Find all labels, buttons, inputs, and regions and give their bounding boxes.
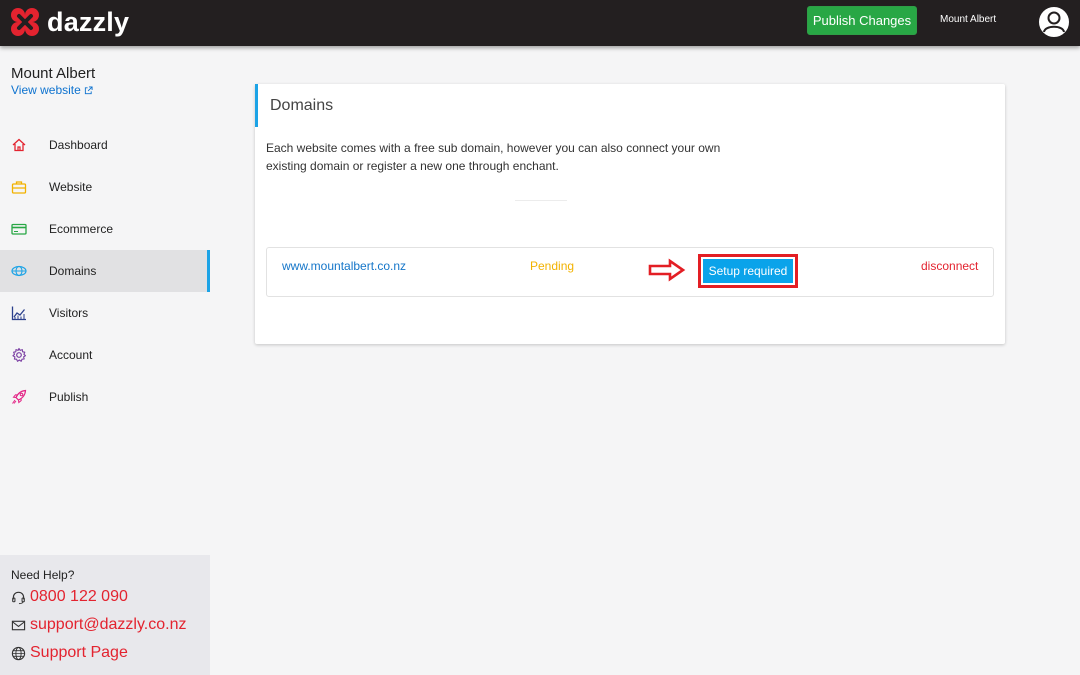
chart-icon <box>11 305 27 321</box>
sidebar-item-label: Domains <box>49 264 97 278</box>
divider <box>515 200 567 201</box>
page-title: Domains <box>270 97 334 114</box>
brand-name: dazzly <box>47 7 130 37</box>
sidebar-item-visitors[interactable]: Visitors <box>0 292 210 334</box>
user-avatar-icon[interactable] <box>1037 5 1071 39</box>
help-title: Need Help? <box>11 568 75 582</box>
disconnect-link[interactable]: disconnect <box>921 259 978 273</box>
site-name: Mount Albert <box>11 65 96 82</box>
gear-icon <box>11 347 27 363</box>
help-phone-number: 0800 122 090 <box>30 588 128 605</box>
help-phone[interactable]: 0800 122 090 <box>11 588 128 606</box>
sidebar-nav: Dashboard Website Ecommerce Domains Visi… <box>0 124 210 418</box>
sidebar: Mount Albert View website Dashboard Webs… <box>0 46 210 675</box>
sidebar-item-ecommerce[interactable]: Ecommerce <box>0 208 210 250</box>
sidebar-item-account[interactable]: Account <box>0 334 210 376</box>
dazzly-logo-icon <box>11 8 39 36</box>
sidebar-item-label: Website <box>49 180 93 194</box>
globe-icon <box>11 646 26 660</box>
help-support-page-label: Support Page <box>30 644 128 661</box>
sidebar-item-website[interactable]: Website <box>0 166 210 208</box>
sidebar-item-label: Ecommerce <box>49 222 114 236</box>
sidebar-item-domains[interactable]: Domains <box>0 250 210 292</box>
sidebar-item-label: Publish <box>49 390 89 404</box>
help-email[interactable]: support@dazzly.co.nz <box>11 616 186 634</box>
credit-card-icon <box>11 221 27 237</box>
envelope-icon <box>11 620 26 630</box>
home-icon <box>11 137 27 153</box>
view-website-label: View website <box>11 83 81 97</box>
rocket-icon <box>11 389 27 405</box>
view-website-link[interactable]: View website <box>11 83 93 97</box>
card-header: Domains <box>255 84 1005 127</box>
setup-required-highlight: Setup required <box>698 254 798 288</box>
briefcase-icon <box>11 179 27 195</box>
domain-url-link[interactable]: www.mountalbert.co.nz <box>282 259 406 273</box>
headset-icon <box>12 591 25 604</box>
domains-description: Each website comes with a free sub domai… <box>266 141 721 173</box>
setup-required-button[interactable]: Setup required <box>703 259 793 283</box>
sidebar-item-publish[interactable]: Publish <box>0 376 210 418</box>
sidebar-item-label: Visitors <box>49 306 89 320</box>
domain-status-badge: Pending <box>530 259 575 273</box>
sidebar-item-label: Account <box>49 348 93 362</box>
help-support-page[interactable]: Support Page <box>11 644 128 662</box>
domain-row: www.mountalbert.co.nz Pending Setup requ… <box>266 247 994 297</box>
external-link-icon <box>84 85 93 94</box>
help-panel: Need Help? 0800 122 090 support@dazzly.c… <box>0 555 210 675</box>
brand-logo[interactable]: dazzly <box>7 4 129 40</box>
arrow-right-icon <box>648 258 686 282</box>
domains-card: Domains Each website comes with a free s… <box>255 84 1005 344</box>
publish-changes-button[interactable]: Publish Changes <box>807 6 917 35</box>
help-email-address: support@dazzly.co.nz <box>30 616 187 633</box>
topbar-user-name[interactable]: Mount Albert <box>940 14 996 25</box>
sidebar-item-dashboard[interactable]: Dashboard <box>0 124 210 166</box>
sidebar-item-label: Dashboard <box>49 138 108 152</box>
globe-icon <box>11 263 27 279</box>
top-bar: dazzly Publish Changes Mount Albert <box>0 0 1080 46</box>
